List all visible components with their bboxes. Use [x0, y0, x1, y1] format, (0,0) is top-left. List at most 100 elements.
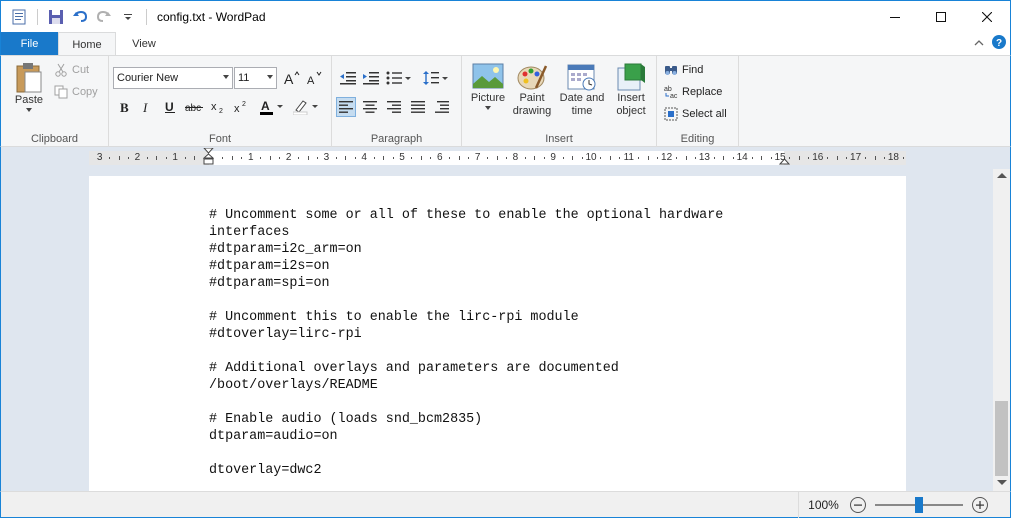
ruler-number: 9 [550, 152, 556, 163]
increase-indent-icon [363, 72, 379, 85]
subscript-button[interactable]: x2 [209, 97, 229, 117]
tab-home[interactable]: Home [58, 32, 116, 56]
grow-font-button[interactable]: A [282, 68, 302, 88]
help-icon[interactable]: ? [992, 35, 1006, 52]
underline-button[interactable]: U [160, 97, 180, 117]
justify-button[interactable] [408, 97, 428, 117]
shrink-font-button[interactable]: A [304, 68, 324, 88]
increase-indent-button[interactable] [361, 68, 381, 88]
tab-view[interactable]: View [119, 32, 169, 56]
paint-drawing-button[interactable]: Paint drawing [510, 62, 554, 118]
text-color-button[interactable]: A [259, 97, 287, 117]
insert-object-icon [617, 63, 645, 91]
vertical-scrollbar[interactable] [993, 169, 1011, 491]
bullet-list-button[interactable] [386, 68, 412, 88]
app-menu-icon[interactable] [9, 7, 29, 27]
tab-file[interactable]: File [1, 32, 58, 56]
close-button[interactable] [964, 1, 1010, 32]
chevron-down-icon [223, 75, 229, 79]
find-button[interactable]: Find [664, 60, 703, 80]
document-page[interactable]: # Uncomment some or all of these to enab… [89, 176, 906, 491]
copy-button[interactable]: Copy [54, 82, 98, 102]
ruler-tick [524, 157, 526, 159]
minimize-ribbon-icon[interactable] [974, 37, 984, 51]
bold-button[interactable]: B [115, 97, 135, 117]
ruler-bar: 3 2 1 1 2 3 4 5 6 7 8 9 10 11 12 13 14 15 16 17 18 [0, 147, 1011, 169]
ruler-tick [109, 157, 111, 159]
ruler-tick [449, 157, 451, 159]
decrease-indent-button[interactable] [338, 68, 358, 88]
document-line: # Uncomment this to enable the lirc-rpi … [209, 310, 579, 325]
scroll-up-icon[interactable] [997, 173, 1007, 178]
italic-button[interactable]: I [137, 97, 157, 117]
ruler-tick [241, 157, 243, 159]
select-all-button[interactable]: Select all [664, 104, 727, 124]
find-label: Find [682, 64, 704, 76]
calendar-clock-icon [567, 64, 596, 91]
cut-button[interactable]: Cut [54, 60, 89, 80]
font-size-combo[interactable]: 11 [234, 67, 277, 89]
undo-icon[interactable] [70, 7, 90, 27]
strikethrough-button[interactable]: abc [184, 97, 204, 117]
align-center-button[interactable] [360, 97, 380, 117]
scroll-down-icon[interactable] [997, 480, 1007, 485]
font-family-combo[interactable]: Courier New [113, 67, 233, 89]
highlight-color-button[interactable] [292, 97, 322, 117]
superscript-button[interactable]: x2 [232, 97, 252, 117]
align-right-button[interactable] [384, 97, 404, 117]
svg-text:2: 2 [219, 108, 223, 114]
ruler-tick [165, 157, 167, 159]
picture-label: Picture [470, 92, 506, 104]
ruler-tick [572, 156, 574, 160]
ruler-tick [751, 157, 753, 159]
svg-text:abc: abc [185, 103, 201, 114]
maximize-button[interactable] [918, 1, 964, 32]
zoom-in-button[interactable] [972, 497, 988, 513]
ruler-tick [146, 157, 148, 159]
insert-object-button[interactable]: Insert object [610, 62, 652, 118]
svg-text:2: 2 [242, 101, 246, 108]
binoculars-icon [665, 66, 677, 75]
document-text[interactable]: # Uncomment some or all of these to enab… [209, 207, 723, 479]
svg-text:x: x [211, 101, 217, 113]
ruler-number: 8 [512, 152, 519, 163]
ruler-number: 2 [134, 152, 141, 163]
window-controls [872, 1, 1010, 32]
line-spacing-button[interactable] [423, 68, 449, 88]
ruler-number: 17 [850, 152, 862, 163]
minimize-button[interactable] [872, 1, 918, 32]
redo-icon[interactable] [94, 7, 114, 27]
date-time-button[interactable]: Date and time [556, 62, 608, 118]
ruler-tick [505, 157, 507, 159]
ruler-tick [657, 157, 659, 159]
divider [146, 8, 147, 25]
replace-button[interactable]: ab ac Replace [664, 82, 722, 102]
picture-button[interactable]: Picture [468, 62, 508, 111]
window-title: config.txt - WordPad [157, 9, 266, 24]
plus-icon [976, 501, 984, 509]
font-group-label: Font [208, 133, 231, 145]
picture-icon [472, 63, 504, 89]
paste-button[interactable]: Paste [9, 62, 49, 113]
align-left-button[interactable] [336, 97, 356, 117]
ruler[interactable]: 3 2 1 1 2 3 4 5 6 7 8 9 10 11 12 13 14 15 16 17 18 [89, 148, 906, 165]
ruler-tick [902, 157, 904, 159]
ruler-tick [203, 157, 205, 159]
left-indent-marker-icon[interactable] [203, 148, 214, 169]
scrollbar-thumb[interactable] [995, 401, 1008, 476]
svg-text:A: A [284, 71, 294, 86]
ruler-tick [600, 157, 602, 159]
svg-text:U: U [165, 100, 174, 114]
line-spacing-icon [423, 71, 448, 85]
save-icon[interactable] [46, 7, 66, 27]
ruler-number: 1 [248, 152, 254, 163]
scissors-icon [55, 63, 67, 77]
customize-toolbar-icon[interactable] [118, 7, 138, 27]
zoom-slider-thumb[interactable] [915, 497, 923, 513]
ruler-left-margin [89, 151, 209, 165]
bold-icon: B [120, 100, 129, 114]
ruler-tick [534, 156, 536, 160]
ruler-tick [723, 156, 725, 160]
paragraph-settings-button[interactable] [432, 97, 452, 117]
zoom-out-button[interactable] [850, 497, 866, 513]
